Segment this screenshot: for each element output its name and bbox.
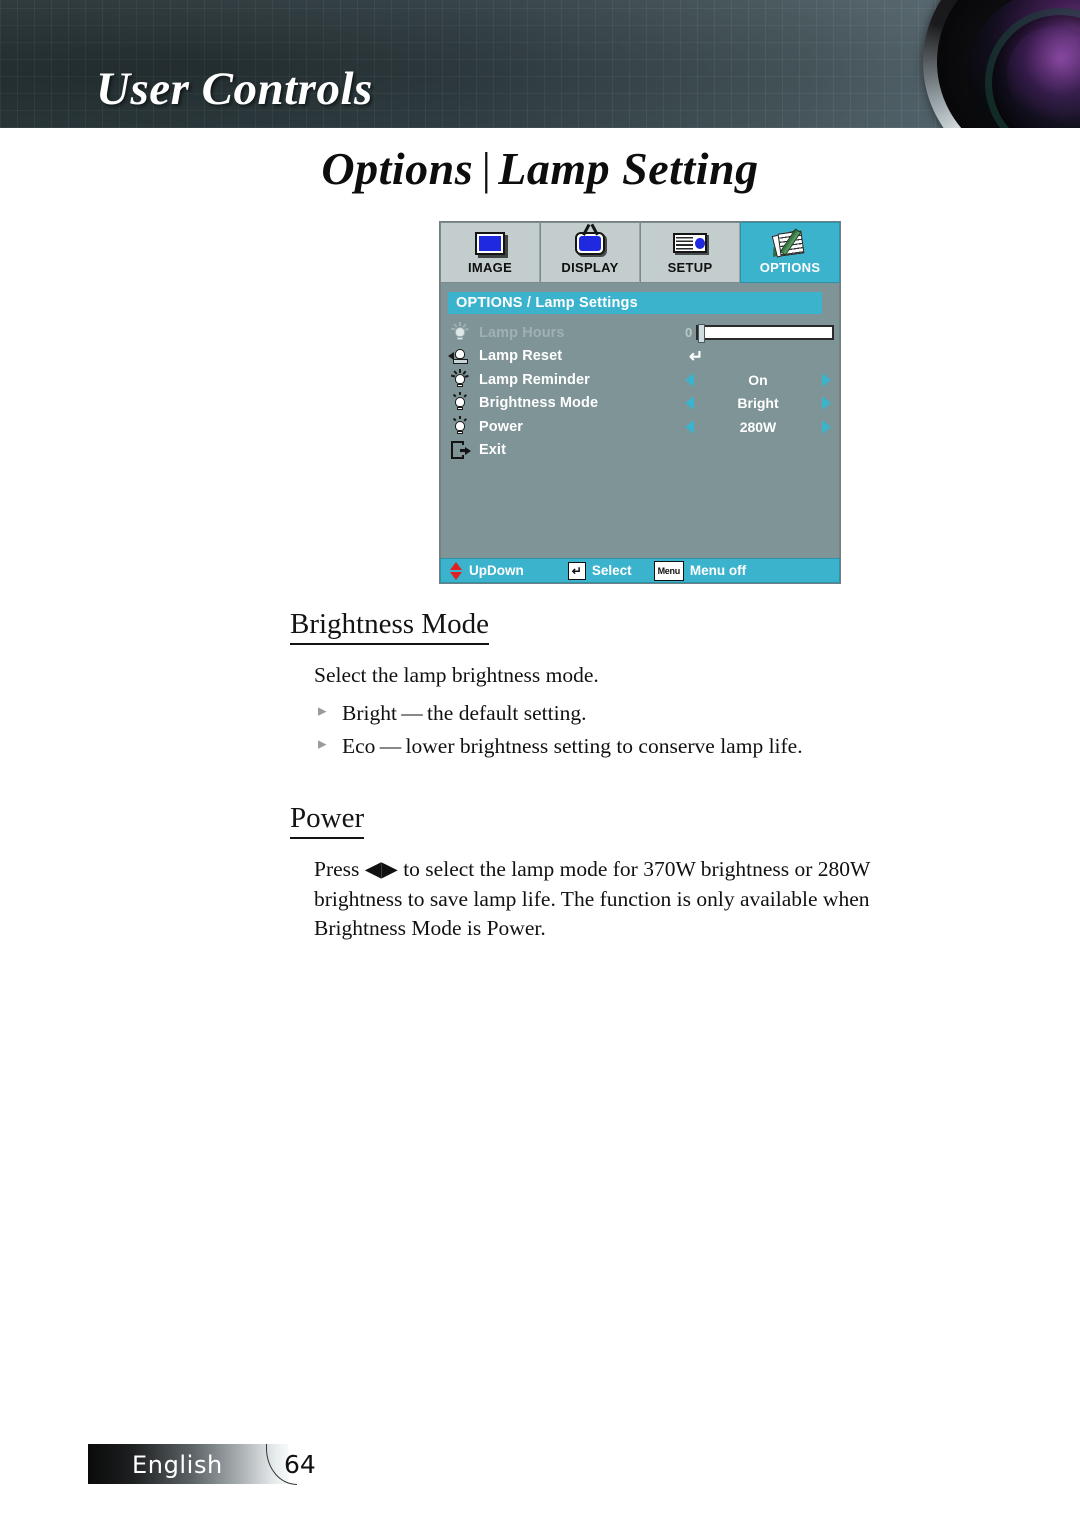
osd-row-brightness-mode-label: Brightness Mode [479, 395, 599, 412]
osd-body: OPTIONS / Lamp Settings Lamp Hours 0 Lam… [440, 283, 840, 558]
osd-row-brightness-mode[interactable]: Brightness Mode Bright [441, 392, 841, 416]
osd-row-lamp-reminder-control[interactable]: On [685, 368, 831, 392]
display-icon [575, 223, 605, 258]
bullet-list-brightness-mode: ▸ Bright — the default setting. ▸ Eco — lo… [290, 697, 930, 764]
enter-key-icon: ↵ [567, 561, 586, 580]
osd-status-bar: UpDown ↵ Select Menu Menu off [440, 558, 840, 583]
lamp-hours-slider[interactable] [696, 324, 835, 344]
tab-options[interactable]: OPTIONS [740, 222, 840, 283]
bullet-arrow-icon: ▸ [318, 734, 327, 754]
lamp-reminder-value: On [748, 371, 768, 388]
lamp-reminder-icon [441, 368, 479, 389]
power-value: 280W [739, 418, 777, 435]
osd-section-title: OPTIONS / Lamp Settings [448, 292, 822, 314]
projector-lens-image [895, 0, 1080, 128]
lamp-reset-icon [441, 347, 479, 365]
status-updown-label: UpDown [469, 563, 524, 578]
enter-arrow-icon[interactable]: ↵ [689, 348, 703, 365]
lens-mid-ring [937, 0, 1080, 128]
brightness-mode-value: Bright [737, 395, 779, 412]
osd-row-exit-label: Exit [479, 442, 506, 459]
status-menu-off-label: Menu off [689, 563, 747, 578]
exit-icon [441, 441, 479, 460]
page-header-title: User Controls [96, 63, 373, 115]
list-item-text: Eco — lower brightness setting to conser… [342, 734, 803, 759]
osd-tab-bar: IMAGE DISPLAY SETUP OPTIONS [440, 222, 840, 283]
osd-row-lamp-reset[interactable]: Lamp Reset ↵ [441, 345, 841, 369]
page-title-divider: | [479, 143, 493, 194]
brightness-mode-icon [441, 392, 479, 412]
left-arrow-icon[interactable] [685, 419, 694, 434]
image-icon [475, 228, 505, 258]
right-arrow-icon[interactable] [822, 396, 831, 411]
section-paragraph-brightness-mode: Select the lamp brightness mode. [314, 663, 599, 688]
osd-row-power-control[interactable]: 280W [685, 415, 831, 439]
osd-row-list: Lamp Hours 0 Lamp Reset ↵ Lamp Reminder … [441, 321, 841, 462]
osd-row-lamp-hours[interactable]: Lamp Hours 0 [441, 321, 841, 345]
osd-row-lamp-hours-label: Lamp Hours [479, 324, 565, 341]
page-header-band: User Controls [0, 0, 1080, 128]
status-select: ↵ Select [567, 561, 632, 580]
footer-language-label: English [132, 1451, 223, 1479]
tab-setup-label: SETUP [667, 260, 713, 275]
lamp-hours-value: 0 [685, 325, 693, 341]
status-menu-off: Menu Menu off [653, 560, 747, 581]
list-item: ▸ Eco — lower brightness setting to conse… [318, 730, 930, 763]
section-heading-brightness-mode: Brightness Mode [290, 608, 489, 646]
list-item-text: Bright — the default setting. [342, 701, 587, 725]
osd-row-power-label: Power [479, 418, 524, 435]
updown-arrows-icon [450, 561, 463, 580]
article-content: Brightness Mode Select the lamp brightne… [290, 608, 930, 950]
power-icon [441, 415, 479, 436]
left-arrow-icon[interactable] [685, 396, 694, 411]
osd-row-power[interactable]: Power 280W [441, 415, 841, 439]
right-arrow-icon[interactable] [822, 372, 831, 387]
menu-key-icon: Menu [653, 560, 684, 581]
page-footer: English 64 [88, 1444, 318, 1485]
section-paragraph-power: Press ◀▶ to select the lamp mode for 370… [314, 856, 870, 941]
osd-row-lamp-reminder[interactable]: Lamp Reminder On [441, 368, 841, 392]
right-arrow-icon[interactable] [822, 419, 831, 434]
osd-menu: IMAGE DISPLAY SETUP OPTIONS OPTIONS / La… [440, 222, 840, 583]
osd-row-lamp-reset-label: Lamp Reset [479, 348, 563, 365]
lens-outer-ring [923, 0, 1080, 128]
tab-image[interactable]: IMAGE [440, 222, 540, 283]
lamp-hours-slider-knob[interactable] [698, 324, 706, 344]
status-updown: UpDown [450, 561, 524, 580]
page-title-right: Lamp Setting [498, 143, 759, 194]
osd-row-exit[interactable]: Exit [441, 439, 841, 463]
tab-display-label: DISPLAY [561, 260, 619, 275]
osd-row-lamp-hours-control[interactable]: 0 [685, 321, 835, 345]
list-item: ▸ Bright — the default setting. [318, 697, 930, 730]
left-arrow-icon[interactable] [685, 372, 694, 387]
footer-page-number: 64 [284, 1450, 316, 1479]
page-title-left: Options [321, 143, 474, 194]
tab-setup[interactable]: SETUP [640, 222, 740, 283]
lamp-hours-icon [441, 321, 479, 342]
options-icon [771, 228, 806, 258]
setup-icon [673, 228, 707, 258]
status-select-label: Select [591, 563, 632, 578]
tab-display[interactable]: DISPLAY [540, 222, 640, 283]
osd-row-lamp-reset-control[interactable]: ↵ [685, 345, 831, 369]
page-title: Options | Lamp Setting [0, 142, 1080, 195]
tab-image-label: IMAGE [467, 260, 513, 275]
tab-options-label: OPTIONS [759, 260, 821, 275]
osd-row-lamp-reminder-label: Lamp Reminder [479, 371, 590, 388]
osd-row-brightness-mode-control[interactable]: Bright [685, 392, 831, 416]
bullet-arrow-icon: ▸ [318, 701, 327, 720]
section-heading-power: Power [290, 802, 365, 839]
